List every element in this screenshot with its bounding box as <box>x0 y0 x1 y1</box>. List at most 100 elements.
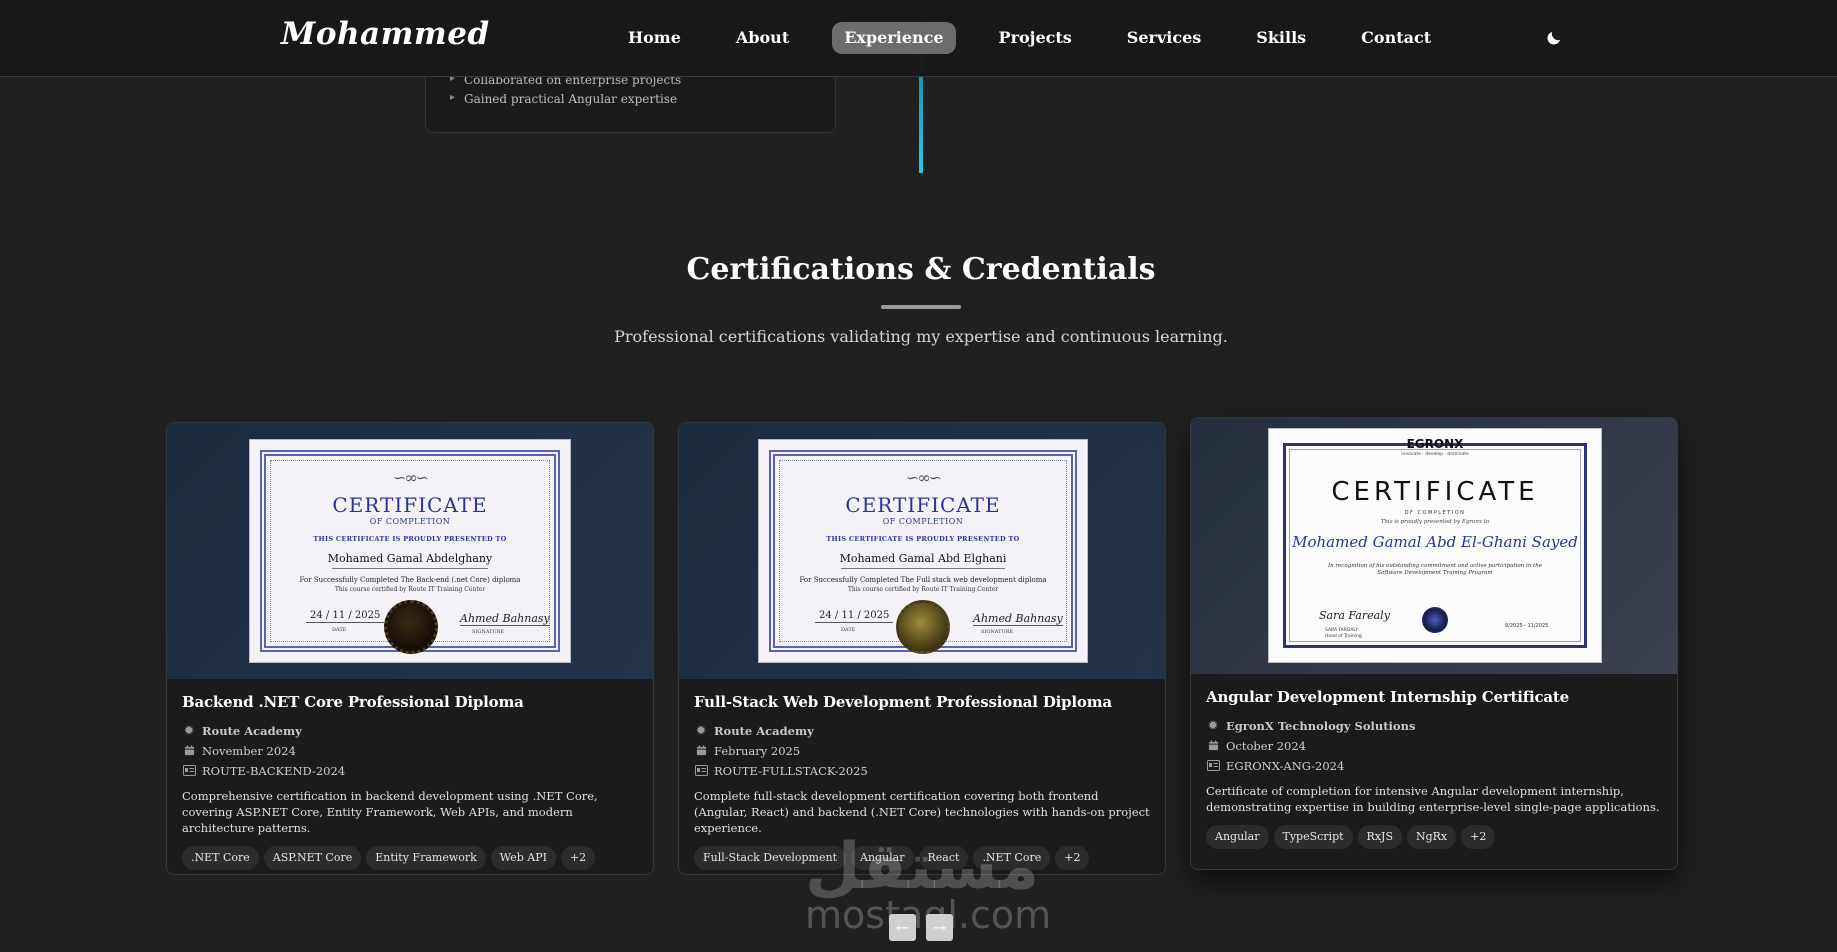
issuer-text: Route Academy <box>714 723 814 738</box>
tag-more[interactable]: +2 <box>560 846 596 870</box>
certificate-card[interactable]: EGRONX innovate · develop · dominate CER… <box>1190 417 1678 870</box>
card-title: Backend .NET Core Professional Diploma <box>182 693 524 711</box>
site-logo[interactable]: Mohammed <box>281 16 490 52</box>
certificate-presented: This is proudly presented by Egronx to <box>1380 519 1490 525</box>
certificate-heading: CERTIFICATE <box>332 493 488 517</box>
nav-link-projects[interactable]: Projects <box>987 22 1084 54</box>
tag: RxJS <box>1357 825 1402 849</box>
card-body: Backend .NET Core Professional Diploma ✹… <box>182 693 638 870</box>
card-credential-id: ROUTE-FULLSTACK-2025 <box>694 763 1150 778</box>
certificate-presented: THIS CERTIFICATE IS PROUDLY PRESENTED TO <box>826 535 1020 543</box>
certificate-certified: This course certified by Route IT Traini… <box>847 586 999 593</box>
certificate-image[interactable]: ∽∞∽ CERTIFICATE OF COMPLETION THIS CERTI… <box>758 439 1088 663</box>
card-title: Angular Development Internship Certifica… <box>1206 688 1570 706</box>
certificate-signature-label: SIGNATURE <box>472 629 505 635</box>
arrow-left-icon: ← <box>895 918 910 937</box>
card-issuer: ✹ EgronX Technology Solutions <box>1206 718 1662 733</box>
nav-link-services[interactable]: Services <box>1115 22 1213 54</box>
card-date: November 2024 <box>182 743 638 758</box>
nav-link-home[interactable]: Home <box>616 22 693 54</box>
tag: NgRx <box>1406 825 1457 849</box>
nav-link-experience[interactable]: Experience <box>832 22 956 54</box>
certificate-date: 24 / 11 / 2025 <box>306 610 385 623</box>
credential-id-text: ROUTE-BACKEND-2024 <box>202 763 346 778</box>
tag-more[interactable]: +2 <box>1055 846 1090 870</box>
watermark-latin: mostaql.com <box>805 893 1051 937</box>
credential-id-text: ROUTE-FULLSTACK-2025 <box>714 763 868 778</box>
certificate-completed: For Successfully Completed The Back-end … <box>299 576 521 584</box>
certificate-image[interactable]: ∽∞∽ CERTIFICATE OF COMPLETION THIS CERTI… <box>249 439 571 663</box>
certificate-heading: CERTIFICATE <box>845 493 1001 517</box>
title-underline <box>881 305 961 309</box>
card-description: Comprehensive certification in backend d… <box>182 789 598 835</box>
id-card-icon <box>1206 759 1220 773</box>
date-text: November 2024 <box>202 743 296 758</box>
certificate-recipient: Mohamed Gamal Abd El-Ghani Sayed <box>1292 533 1578 551</box>
tag: Angular <box>1206 825 1269 849</box>
tag: Entity Framework <box>366 846 486 870</box>
certificate-presented: THIS CERTIFICATE IS PROUDLY PRESENTED TO <box>313 535 507 543</box>
calendar-icon <box>1206 739 1220 753</box>
tag-list: .NET Core ASP.NET Core Entity Framework … <box>182 846 638 870</box>
certificate-signature-label: SIGNATURE <box>981 629 1014 635</box>
seal-icon <box>384 600 438 654</box>
card-issuer: ✹ Route Academy <box>694 723 1150 738</box>
card-description: Complete full-stack development certific… <box>694 789 1150 835</box>
egronx-tagline: innovate · develop · dominate <box>1401 452 1469 457</box>
certificate-heading: CERTIFICATE <box>1331 477 1539 507</box>
arrow-right-icon: → <box>932 918 947 937</box>
card-issuer: ✹ Route Academy <box>182 723 638 738</box>
seal-icon <box>1422 607 1448 633</box>
carousel-prev-button[interactable]: ← <box>889 914 916 941</box>
certificate-image-area: ∽∞∽ CERTIFICATE OF COMPLETION THIS CERTI… <box>167 423 653 679</box>
badge-icon: ✹ <box>696 724 706 737</box>
certificate-recipient: Mohamed Gamal Abd Elghani <box>839 552 1007 565</box>
certificate-signer-name: SARA FARGALY <box>1325 628 1359 633</box>
carousel-next-button[interactable]: → <box>926 914 953 941</box>
seal-icon <box>896 600 950 654</box>
certificate-date: 8/2025 - 11/2025 <box>1505 623 1549 629</box>
section-title: Certifications & Credentials <box>686 252 1156 287</box>
ornament-icon: ∽∞∽ <box>392 468 429 487</box>
egronx-logo: EGRONX <box>1406 437 1464 451</box>
tag: ASP.NET Core <box>263 846 362 870</box>
navbar: Mohammed Home About Experience Projects … <box>0 0 1837 77</box>
ornament-icon: ∽∞∽ <box>905 468 942 487</box>
nav-link-skills[interactable]: Skills <box>1244 22 1318 54</box>
nav-link-about[interactable]: About <box>724 22 801 54</box>
section-subtitle: Professional certifications validating m… <box>614 327 1228 346</box>
certificate-card[interactable]: ∽∞∽ CERTIFICATE OF COMPLETION THIS CERTI… <box>678 422 1166 875</box>
tag: .NET Core <box>182 846 259 870</box>
id-card-icon <box>182 764 196 778</box>
certificate-signature: Ahmed Bahnasy <box>973 612 1063 626</box>
certificate-recipient: Mohamed Gamal Abdelghany <box>327 552 493 565</box>
theme-toggle-button[interactable] <box>1540 24 1568 52</box>
certificate-completed: For Successfully Completed The Full stac… <box>799 576 1047 584</box>
certificate-image-area: EGRONX innovate · develop · dominate CER… <box>1191 418 1677 674</box>
certificate-image[interactable]: EGRONX innovate · develop · dominate CER… <box>1268 428 1602 663</box>
calendar-icon <box>182 744 196 758</box>
nav-link-contact[interactable]: Contact <box>1349 22 1443 54</box>
certificate-subheading: OF COMPLETION <box>369 517 451 526</box>
id-card-icon <box>694 764 708 778</box>
card-date: October 2024 <box>1206 738 1662 753</box>
experience-bullets: Collaborated on enterprise projects Gain… <box>450 73 681 111</box>
card-title: Full-Stack Web Development Professional … <box>694 693 1112 711</box>
date-text: February 2025 <box>714 743 801 758</box>
certificate-recognition: In recognition of his outstanding commit… <box>1327 563 1543 576</box>
tag-more[interactable]: +2 <box>1461 825 1496 849</box>
card-credential-id: EGRONX-ANG-2024 <box>1206 758 1662 773</box>
certificate-signature: Sara Farealy <box>1319 609 1390 622</box>
certificate-date-label: DATE <box>841 627 856 633</box>
experience-bullet: Gained practical Angular expertise <box>450 92 681 106</box>
card-credential-id: ROUTE-BACKEND-2024 <box>182 763 638 778</box>
certificate-subheading: OF COMPLETION <box>882 517 964 526</box>
certificate-card[interactable]: ∽∞∽ CERTIFICATE OF COMPLETION THIS CERTI… <box>166 422 654 875</box>
certificate-subheading: OF COMPLETION <box>1404 510 1466 516</box>
card-body: Angular Development Internship Certifica… <box>1206 688 1662 849</box>
certificate-date-label: DATE <box>332 627 347 633</box>
certificate-certified: This course certified by Route IT Traini… <box>334 586 486 593</box>
calendar-icon <box>694 744 708 758</box>
certificate-date: 24 / 11 / 2025 <box>815 610 894 623</box>
date-text: October 2024 <box>1226 738 1307 753</box>
